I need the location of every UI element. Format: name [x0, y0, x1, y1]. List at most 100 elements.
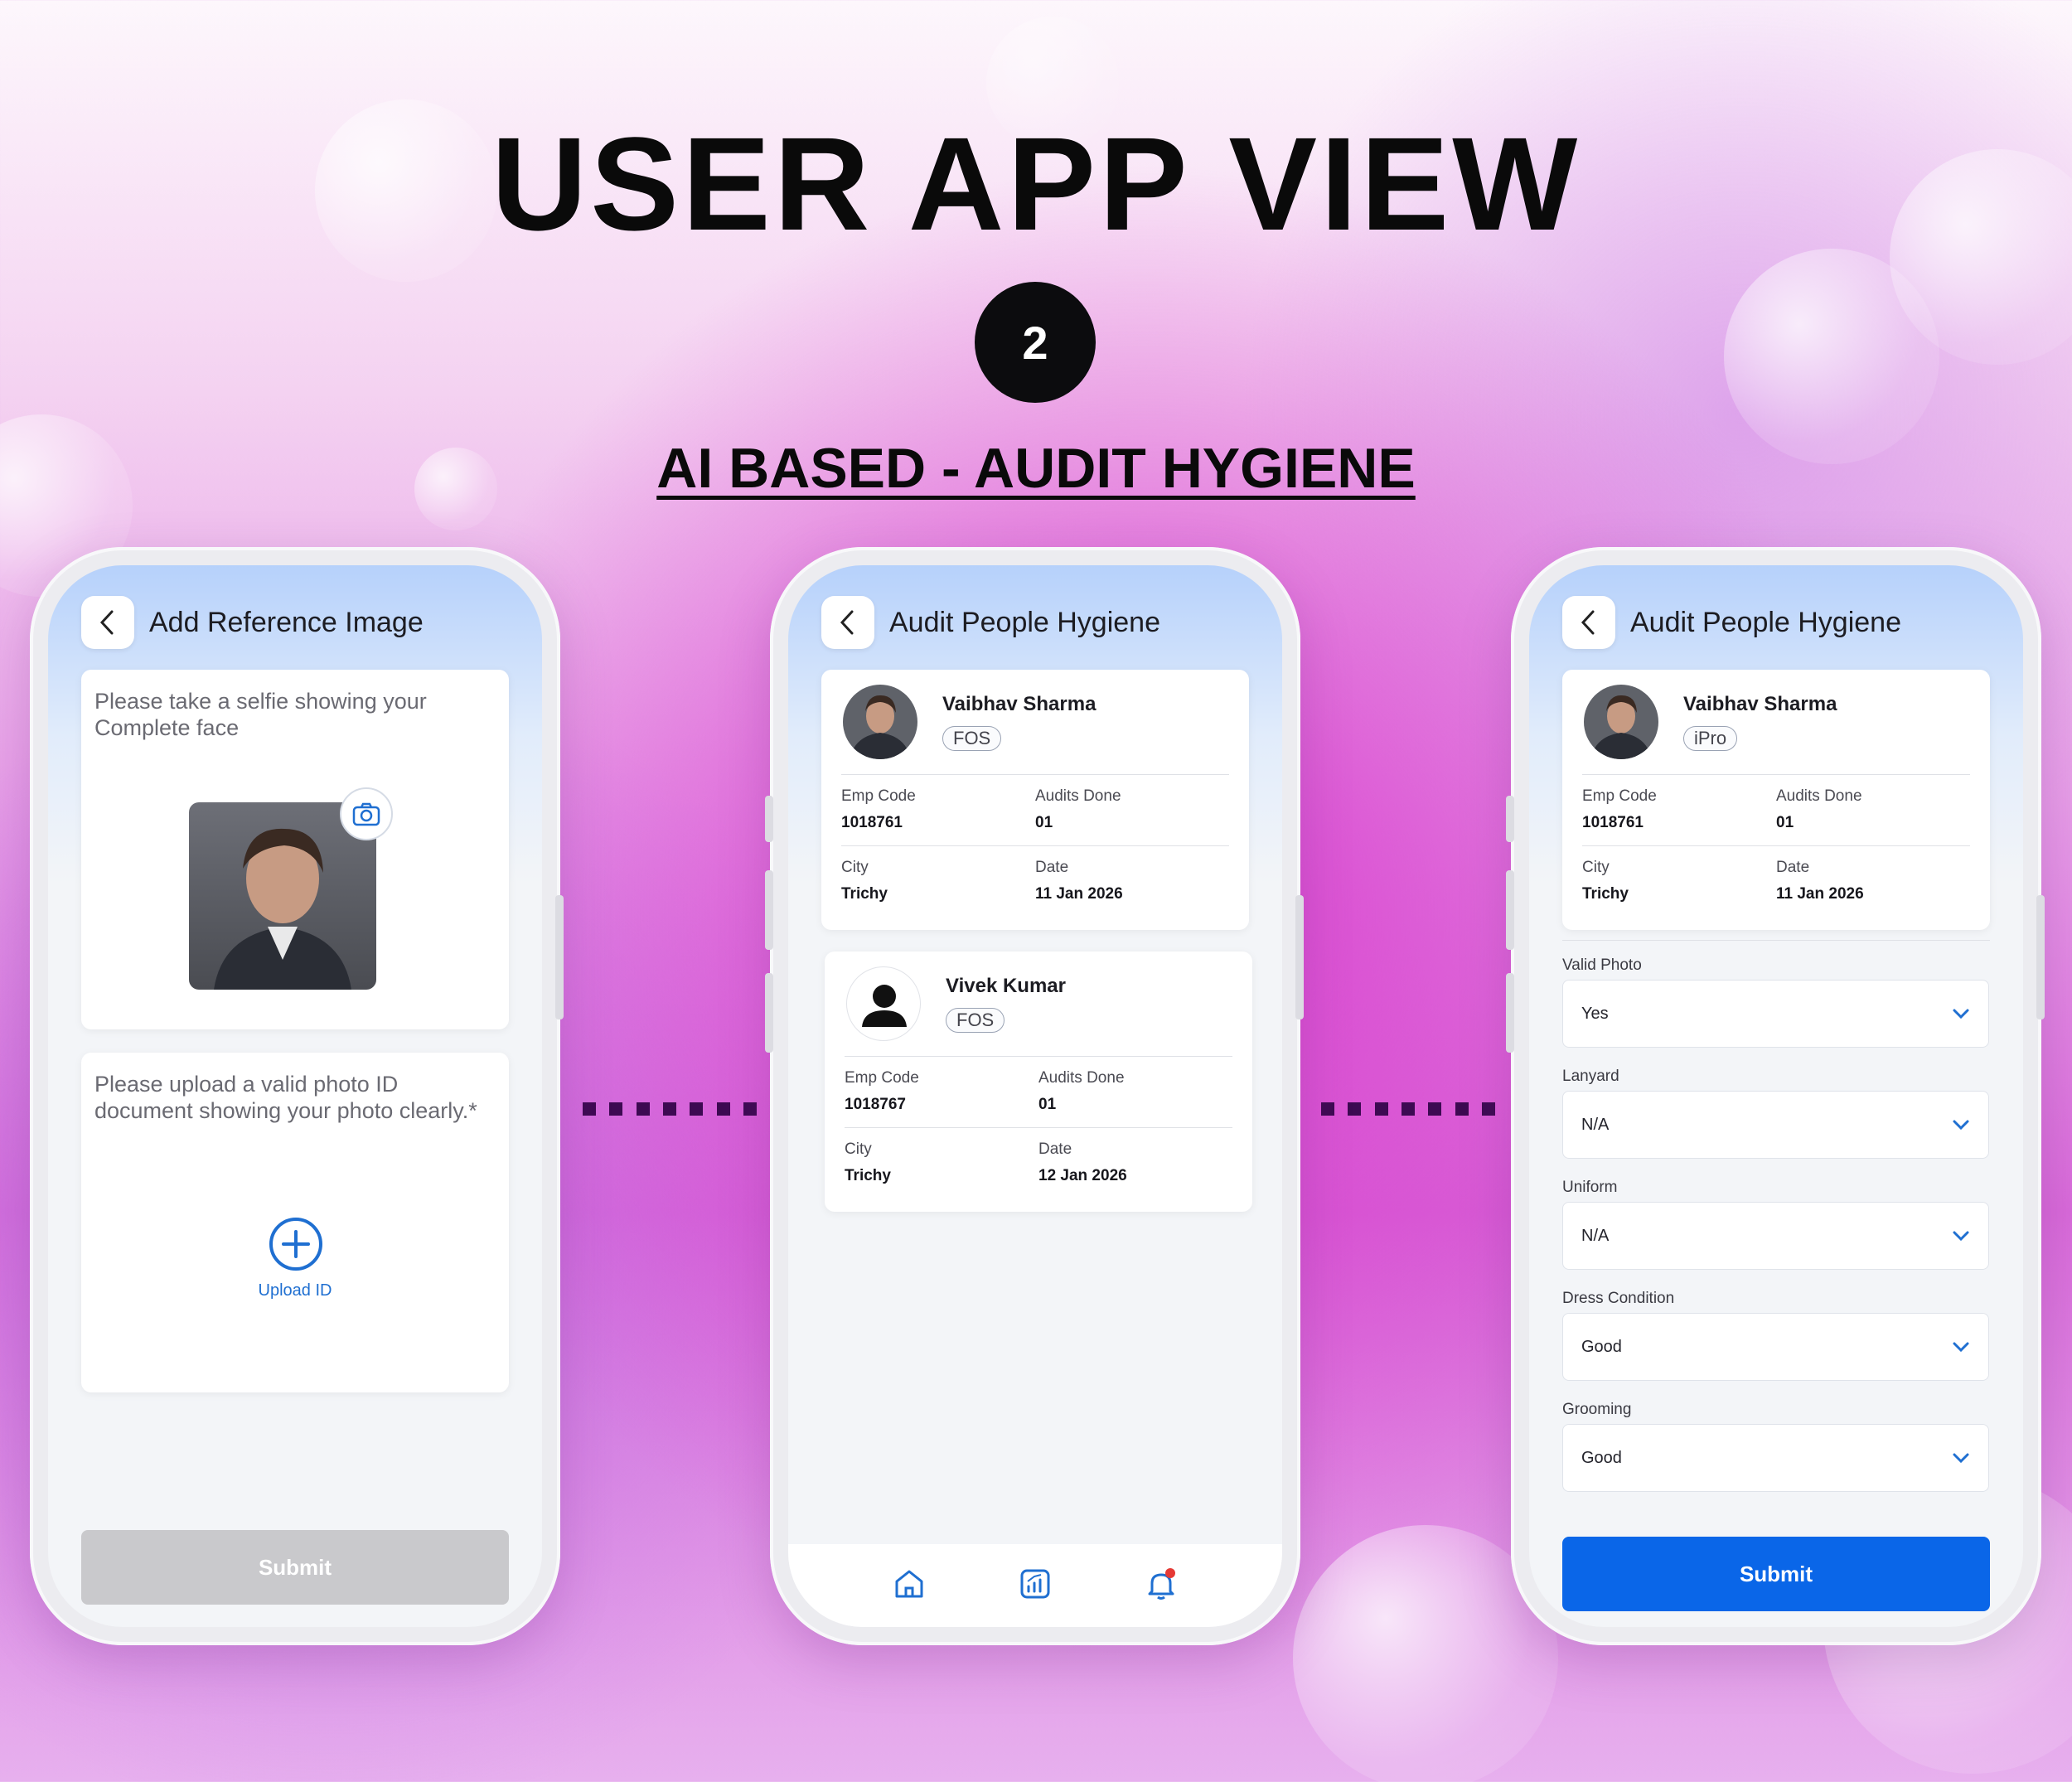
- back-button[interactable]: [81, 596, 134, 649]
- back-button[interactable]: [821, 596, 874, 649]
- select-lanyard[interactable]: N/A: [1562, 1091, 1989, 1159]
- id-prompt: Please upload a valid photo ID document …: [94, 1072, 477, 1123]
- audits-label: Audits Done: [1038, 1069, 1125, 1087]
- screen-audit-form: Audit People Hygiene Vaibhav Sharma iPro…: [1529, 565, 2023, 1627]
- field-label-lanyard: Lanyard: [1562, 1068, 1619, 1085]
- audits-label: Audits Done: [1035, 787, 1121, 805]
- phone-side-button: [765, 870, 773, 950]
- divider: [1582, 774, 1970, 775]
- select-grooming[interactable]: Good: [1562, 1424, 1989, 1492]
- decor-bubble: [1724, 249, 1939, 464]
- app-bar: Audit People Hygiene: [1562, 595, 1998, 650]
- screen-title: Add Reference Image: [149, 606, 424, 638]
- field-label-dress-condition: Dress Condition: [1562, 1290, 1675, 1307]
- submit-button[interactable]: Submit: [1562, 1537, 1990, 1611]
- date-value: 11 Jan 2026: [1035, 885, 1123, 903]
- screen-add-reference: Add Reference Image Please take a selfie…: [48, 565, 542, 1627]
- employee-card[interactable]: Vivek Kumar FOS Emp Code 1018767 Audits …: [825, 952, 1252, 1212]
- select-value: N/A: [1581, 1226, 1610, 1245]
- audits-value: 01: [1035, 814, 1053, 831]
- divider: [841, 774, 1229, 775]
- home-icon[interactable]: [892, 1567, 927, 1605]
- screen-title: Audit People Hygiene: [1630, 606, 1902, 638]
- screen-audit-list: Audit People Hygiene Vaibhav Sharma FOS …: [788, 565, 1282, 1627]
- divider: [1562, 940, 1990, 941]
- chevron-left-icon: [1581, 610, 1595, 635]
- phone-side-button: [555, 895, 564, 1019]
- submit-button-disabled[interactable]: Submit: [81, 1530, 509, 1605]
- phone-side-button: [1506, 870, 1514, 950]
- emp-code-value: 1018767: [845, 1096, 906, 1113]
- back-button[interactable]: [1562, 596, 1615, 649]
- phone-side-button: [765, 973, 773, 1053]
- audits-label: Audits Done: [1776, 787, 1862, 805]
- phone-side-button: [1295, 895, 1304, 1019]
- select-dress-condition[interactable]: Good: [1562, 1313, 1989, 1381]
- date-label: Date: [1035, 859, 1069, 876]
- city-label: City: [1582, 859, 1610, 876]
- role-badge: FOS: [946, 1008, 1005, 1033]
- employee-card[interactable]: Vaibhav Sharma FOS Emp Code 1018761 Audi…: [821, 670, 1249, 930]
- upload-id-button[interactable]: [269, 1217, 323, 1271]
- field-label-valid-photo: Valid Photo: [1562, 956, 1642, 974]
- emp-code-label: Emp Code: [845, 1069, 919, 1087]
- employee-name: Vaibhav Sharma: [942, 693, 1097, 715]
- selfie-prompt: Please take a selfie showing your Comple…: [94, 689, 427, 740]
- audits-value: 01: [1776, 814, 1794, 831]
- connector-dots: [583, 1102, 757, 1116]
- select-uniform[interactable]: N/A: [1562, 1202, 1989, 1270]
- select-value: Good: [1581, 1448, 1622, 1467]
- emp-code-value: 1018761: [1582, 814, 1644, 831]
- emp-code-label: Emp Code: [841, 787, 916, 805]
- screen-title: Audit People Hygiene: [889, 606, 1161, 638]
- notification-bell-icon[interactable]: [1144, 1567, 1179, 1605]
- upload-id-label[interactable]: Upload ID: [81, 1281, 509, 1300]
- camera-button[interactable]: [340, 787, 393, 840]
- select-value: Yes: [1581, 1004, 1609, 1023]
- selfie-card: Please take a selfie showing your Comple…: [81, 670, 509, 1029]
- emp-code-value: 1018761: [841, 814, 903, 831]
- phone-side-button: [765, 796, 773, 842]
- avatar: [846, 966, 921, 1041]
- city-value: Trichy: [1582, 885, 1629, 903]
- date-value: 12 Jan 2026: [1038, 1167, 1127, 1184]
- city-label: City: [841, 859, 869, 876]
- app-bar: Add Reference Image: [81, 595, 517, 650]
- page-title: USER APP VIEW: [491, 109, 1581, 258]
- user-placeholder-icon: [862, 985, 907, 1027]
- role-badge: FOS: [942, 726, 1002, 751]
- avatar: [843, 685, 917, 759]
- analytics-icon[interactable]: [1018, 1567, 1053, 1605]
- date-value: 11 Jan 2026: [1776, 885, 1864, 903]
- chevron-down-icon: [1953, 1453, 1969, 1464]
- emp-code-label: Emp Code: [1582, 787, 1657, 805]
- phone-audit-form: Audit People Hygiene Vaibhav Sharma iPro…: [1506, 547, 2045, 1645]
- person-portrait-icon: [850, 695, 911, 759]
- divider: [845, 1127, 1232, 1128]
- divider: [1582, 845, 1970, 846]
- id-upload-card: Please upload a valid photo ID document …: [81, 1053, 509, 1392]
- step-badge: 2: [975, 282, 1096, 403]
- phone-side-button: [1506, 973, 1514, 1053]
- chevron-down-icon: [1953, 1009, 1969, 1019]
- app-bar: Audit People Hygiene: [821, 595, 1257, 650]
- divider: [845, 1056, 1232, 1057]
- chevron-left-icon: [99, 610, 114, 635]
- employee-name: Vaibhav Sharma: [1683, 693, 1837, 715]
- date-label: Date: [1776, 859, 1810, 876]
- select-value: N/A: [1581, 1115, 1610, 1134]
- phone-audit-list: Audit People Hygiene Vaibhav Sharma FOS …: [765, 547, 1304, 1645]
- field-label-uniform: Uniform: [1562, 1179, 1618, 1196]
- city-value: Trichy: [841, 885, 888, 903]
- divider: [841, 845, 1229, 846]
- bottom-nav: [788, 1544, 1282, 1627]
- phone-side-button: [1506, 796, 1514, 842]
- avatar: [1584, 685, 1658, 759]
- employee-name: Vivek Kumar: [946, 975, 1066, 997]
- connector-dots: [1321, 1102, 1495, 1116]
- chevron-left-icon: [840, 610, 854, 635]
- chevron-down-icon: [1953, 1120, 1969, 1131]
- select-valid-photo[interactable]: Yes: [1562, 980, 1989, 1048]
- camera-icon: [352, 802, 380, 826]
- plus-circle-icon: [269, 1218, 322, 1271]
